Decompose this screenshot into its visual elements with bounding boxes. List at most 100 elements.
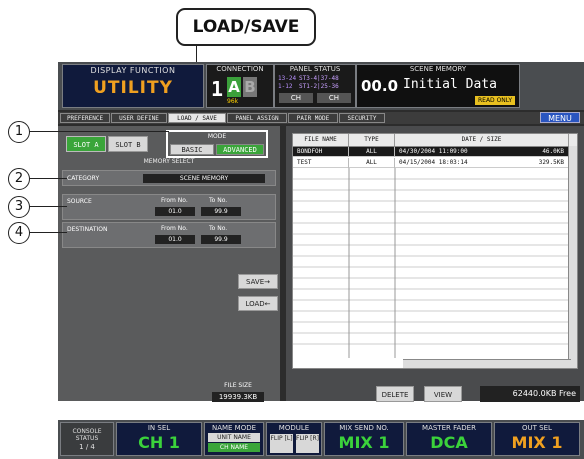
mix-send-value: MIX 1 — [338, 433, 390, 452]
header-file-name: FILE NAME — [293, 134, 349, 146]
connection-label: CONNECTION — [216, 65, 264, 73]
category-row: CATEGORY SCENE MEMORY — [62, 170, 276, 186]
callout-1: 1 — [8, 121, 30, 143]
menu-button[interactable]: MENU — [540, 112, 580, 123]
in-sel-value: CH 1 — [138, 433, 180, 452]
row-size: 329.5KB — [515, 158, 569, 168]
tab-load-save[interactable]: LOAD / SAVE — [168, 113, 226, 123]
source-from-label: From No. — [161, 197, 188, 204]
connection-box: CONNECTION 1 A B 96k — [206, 64, 274, 108]
tab-panel-assign[interactable]: PANEL ASSIGN — [227, 113, 287, 123]
display-function-box: DISPLAY FUNCTION UTILITY — [62, 64, 204, 108]
source-label: SOURCE — [67, 198, 92, 205]
console-status-label: CONSOLE STATUS — [72, 428, 102, 442]
display-function-label: DISPLAY FUNCTION — [90, 66, 176, 75]
row-size: 46.0KB — [515, 147, 569, 157]
slot-a-button[interactable]: SLOT A — [66, 136, 106, 152]
horizontal-scrollbar[interactable] — [403, 359, 571, 368]
dest-from-label: From No. — [161, 225, 188, 232]
connection-sub: 96k — [227, 98, 239, 105]
mix-send-box: MIX SEND NO. MIX 1 — [324, 422, 404, 456]
panel-status-left: 13-24 1-12 — [278, 75, 297, 90]
destination-row: DESTINATION From No. To No. 01.0 99.9 — [62, 222, 276, 248]
delete-button[interactable]: DELETE — [376, 386, 414, 402]
callout-3: 3 — [8, 196, 30, 218]
table-row[interactable]: TEST ALL 04/15/2004 18:03:14 329.5KB — [293, 158, 569, 168]
row-file-name: BONDFOH — [293, 147, 349, 157]
category-label: CATEGORY — [67, 175, 100, 182]
connection-a: A — [227, 77, 241, 97]
name-mode-unit[interactable]: UNIT NAME — [208, 433, 260, 442]
out-sel-label: OUT SEL — [522, 424, 552, 432]
tab-pair-mode[interactable]: PAIR MODE — [288, 113, 338, 123]
out-sel-box: OUT SEL MIX 1 — [494, 422, 580, 456]
row-file-name: TEST — [293, 158, 349, 168]
slot-b-button[interactable]: SLOT B — [108, 136, 148, 152]
dest-to-label: To No. — [209, 225, 228, 232]
panel-ch-1: CH — [279, 93, 313, 103]
panel-ch-2: CH — [317, 93, 351, 103]
in-sel-label: IN SEL — [147, 424, 171, 432]
left-pane — [58, 126, 280, 401]
module-box: MODULE FLIP [L] FLIP [R] — [266, 422, 322, 456]
connection-number: 1 — [211, 77, 224, 101]
row-type: ALL — [349, 158, 395, 168]
mode-label: MODE — [207, 133, 227, 140]
source-row: SOURCE From No. To No. 01.0 99.9 — [62, 194, 276, 220]
master-fader-label: MASTER FADER — [422, 424, 476, 432]
panel-status-box: PANEL STATUS 13-24 1-12 ST3-4|37-48 ST1-… — [274, 64, 356, 108]
file-list[interactable]: FILE NAME TYPE DATE / SIZE BONDFOH ALL 0… — [292, 133, 578, 369]
connection-b: B — [243, 77, 257, 97]
category-select[interactable]: SCENE MEMORY — [143, 174, 265, 183]
scene-name: Initial Data — [403, 77, 497, 92]
master-fader-value: DCA — [430, 433, 468, 452]
display-function-value: UTILITY — [93, 78, 173, 98]
file-size-value: 19939.3KB — [212, 392, 264, 402]
callout-4-line — [29, 232, 67, 233]
file-list-header: FILE NAME TYPE DATE / SIZE — [293, 134, 577, 147]
name-mode-ch[interactable]: CH NAME — [208, 443, 260, 452]
scene-memory-box: SCENE MEMORY 00.0 Initial Data READ ONLY — [356, 64, 520, 108]
mix-send-label: MIX SEND NO. — [339, 424, 389, 432]
row-type: ALL — [349, 147, 395, 157]
mode-advanced-button[interactable]: ADVANCED — [216, 144, 264, 155]
panel-status-label: PANEL STATUS — [289, 65, 341, 73]
load-save-callout: LOAD/SAVE — [176, 8, 316, 46]
out-sel-value: MIX 1 — [511, 433, 563, 452]
name-mode-box: NAME MODE UNIT NAME CH NAME — [204, 422, 264, 456]
panel-status-right: ST3-4|37-48 ST1-2|25-36 — [299, 75, 339, 90]
vertical-scrollbar[interactable] — [568, 146, 577, 368]
tab-security[interactable]: SECURITY — [339, 113, 385, 123]
source-to-field[interactable]: 99.9 — [201, 207, 241, 216]
read-only-badge: READ ONLY — [474, 96, 515, 105]
tab-user-define[interactable]: USER DEFINE — [111, 113, 167, 123]
load-button[interactable]: LOAD← — [238, 296, 278, 311]
mode-basic-button[interactable]: BASIC — [170, 144, 214, 155]
callout-1-line — [29, 131, 169, 132]
scene-number: 00.0 — [361, 77, 399, 95]
dest-from-field[interactable]: 01.0 — [155, 235, 195, 244]
row-date: 04/30/2004 11:09:00 — [399, 148, 468, 155]
callout-2: 2 — [8, 168, 30, 190]
module-label: MODULE — [278, 424, 310, 432]
source-from-field[interactable]: 01.0 — [155, 207, 195, 216]
memory-select-label: MEMORY SELECT — [143, 158, 195, 165]
source-to-label: To No. — [209, 197, 228, 204]
view-button[interactable]: VIEW — [424, 386, 462, 402]
dest-to-field[interactable]: 99.9 — [201, 235, 241, 244]
callout-3-line — [29, 206, 67, 207]
header-date-size: DATE / SIZE — [395, 134, 569, 146]
flip-r-button[interactable]: FLIP [R] — [296, 434, 319, 453]
row-date: 04/15/2004 18:03:14 — [399, 159, 468, 166]
console-status-box[interactable]: CONSOLE STATUS 1 / 4 — [60, 422, 114, 456]
callout-2-line — [29, 178, 67, 179]
master-fader-box: MASTER FADER DCA — [406, 422, 492, 456]
flip-l-button[interactable]: FLIP [L] — [270, 434, 293, 453]
table-row[interactable]: BONDFOH ALL 04/30/2004 11:09:00 46.0KB — [293, 147, 569, 157]
scene-memory-label: SCENE MEMORY — [409, 65, 467, 73]
tab-preference[interactable]: PREFERENCE — [60, 113, 110, 123]
name-mode-label: NAME MODE — [211, 424, 257, 432]
callout-4: 4 — [8, 222, 30, 244]
free-space-readout: 62440.0KB Free — [480, 386, 580, 402]
save-button[interactable]: SAVE→ — [238, 274, 278, 289]
